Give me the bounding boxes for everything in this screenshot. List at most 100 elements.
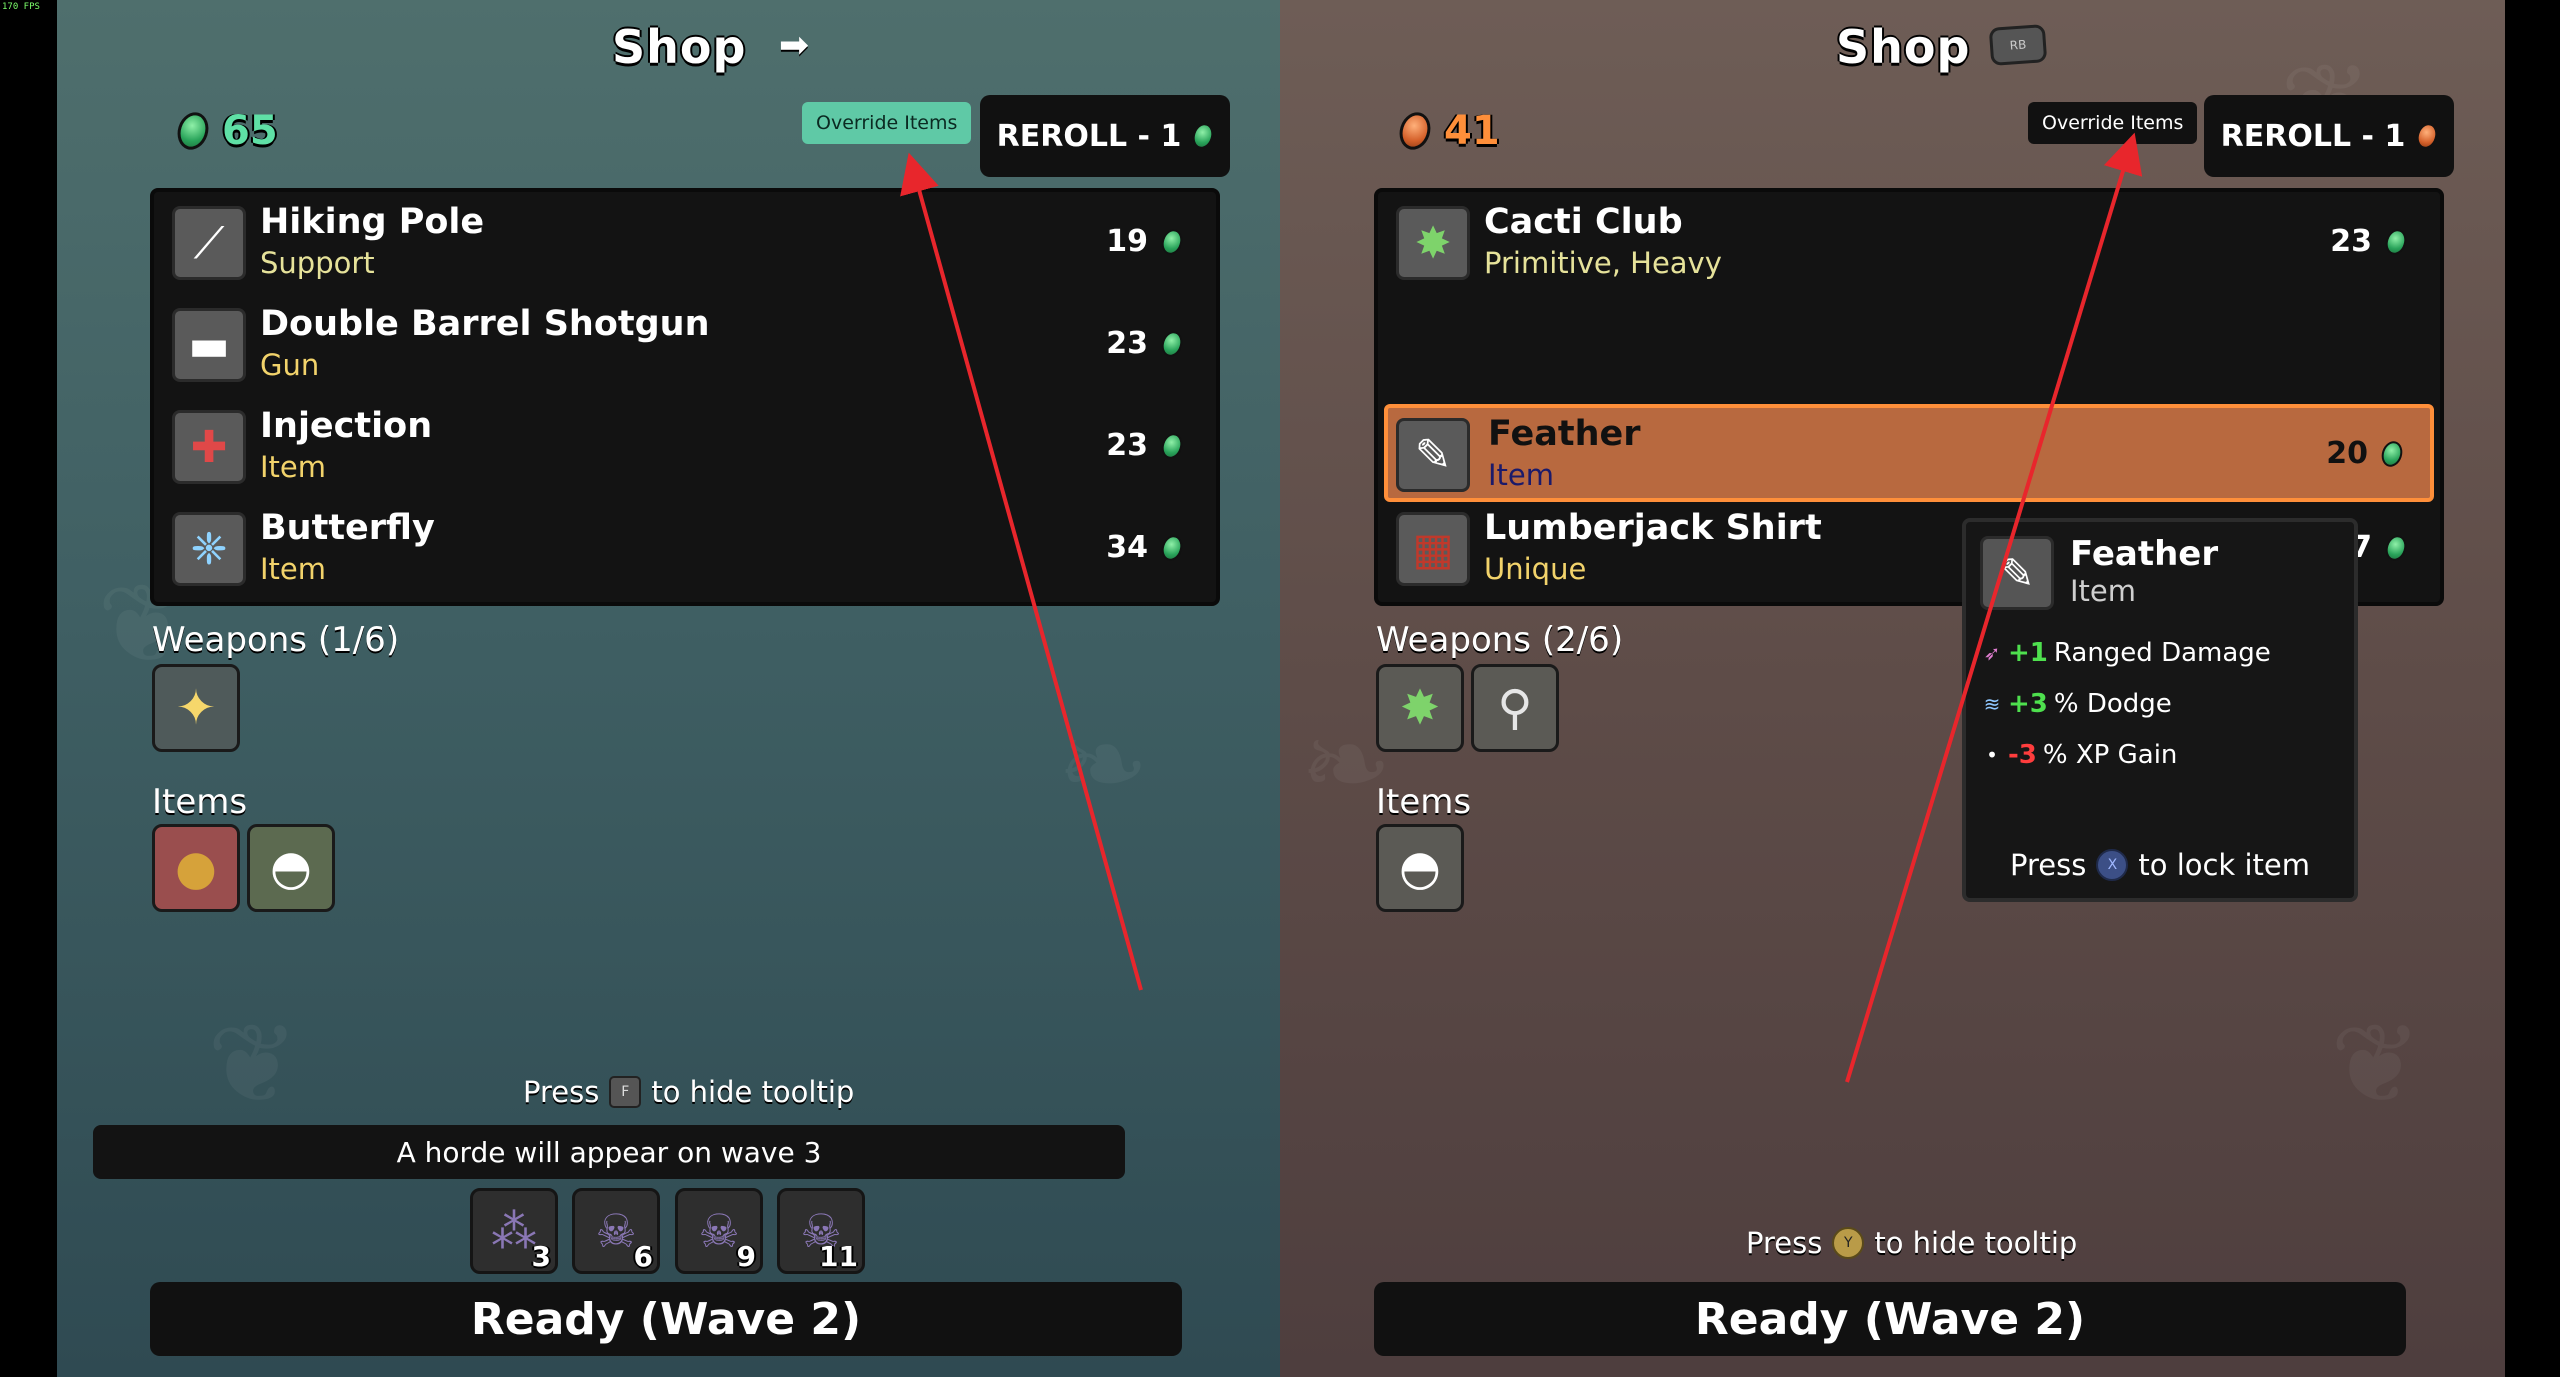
price-value: 34	[1106, 530, 1148, 565]
stat-label: % XP Gain	[2042, 740, 2178, 770]
item-price: 7	[2351, 530, 2410, 565]
enemy-count: 6	[633, 1240, 653, 1273]
enemy-wave-icon: ☠ 9	[675, 1188, 763, 1274]
item-type: Item	[260, 450, 327, 484]
material-icon	[1394, 108, 1436, 154]
dodge-icon: ≋	[1983, 692, 2001, 716]
item-name: Feather	[1488, 414, 1641, 454]
item-price: 20	[2326, 436, 2406, 471]
material-icon	[2382, 226, 2410, 257]
item-price: 19	[1106, 224, 1186, 259]
weapons-label: Weapons (1/6)	[152, 620, 400, 660]
stat-label: Ranged Damage	[2053, 638, 2271, 668]
enemy-wave-icon: ⁂ 3	[470, 1188, 558, 1274]
shop-item-cacti-club[interactable]: ✸ Cacti Club Primitive, Heavy 23	[1384, 192, 2434, 290]
items-label: Items	[1376, 782, 1472, 822]
y-button-icon: Y	[1832, 1227, 1865, 1259]
seaweed-decoration: ❦	[207, 1000, 300, 1128]
shop-title: Shop	[612, 20, 747, 74]
price-value: 23	[1106, 326, 1148, 361]
enemy-count: 9	[736, 1240, 756, 1273]
item-type: Support	[260, 246, 375, 280]
item-type: Gun	[260, 348, 320, 382]
override-items-button[interactable]: Override Items	[2028, 102, 2198, 144]
enemy-count: 11	[819, 1240, 858, 1273]
materials-value: 65	[222, 108, 278, 154]
hint-text: to lock item	[2138, 848, 2310, 882]
shop-item-butterfly[interactable]: ❈ Butterfly Item 34	[160, 498, 1210, 596]
shop-item-feather[interactable]: ✎ Feather Item 20	[1384, 404, 2434, 502]
item-tooltip: ✎ Feather Item ➶ +1 Ranged Damage ≋ +3 %…	[1962, 518, 2358, 902]
reroll-label: REROLL - 1	[2220, 118, 2406, 154]
item-slot-potato[interactable]: ●	[152, 824, 240, 912]
hide-tooltip-hint: Press F to hide tooltip	[523, 1075, 854, 1109]
material-icon	[1158, 430, 1186, 461]
enemy-wave-icon: ☠ 11	[777, 1188, 865, 1274]
reroll-button[interactable]: REROLL - 1	[980, 95, 1230, 177]
item-price: 23	[1106, 428, 1186, 463]
item-name: Hiking Pole	[260, 202, 485, 242]
item-name: Cacti Club	[1484, 202, 1683, 242]
stat-value: +1	[2008, 638, 2048, 668]
materials-counter: 41	[1394, 108, 1500, 154]
ready-button[interactable]: Ready (Wave 2)	[1374, 1282, 2406, 1356]
weapon-slot-spoon[interactable]: ⚲	[1471, 664, 1559, 752]
item-price: 23	[2330, 224, 2410, 259]
material-icon	[1158, 328, 1186, 359]
stat-dodge: ≋ +3 % Dodge	[1982, 689, 2172, 719]
arrow-right-icon: ➡	[778, 24, 810, 66]
shop-item-list: ⟋ Hiking Pole Support 19 ▬ Double Barrel…	[150, 188, 1220, 606]
shop-item-injection[interactable]: ✚ Injection Item 23	[160, 396, 1210, 494]
weapons-label: Weapons (2/6)	[1376, 620, 1624, 660]
fps-counter: 170 FPS	[2, 2, 40, 12]
item-name: Lumberjack Shirt	[1484, 508, 1822, 548]
ranged-damage-icon: ➶	[1983, 641, 2001, 665]
shotgun-icon: ▬	[172, 308, 246, 382]
material-icon	[2413, 120, 2441, 152]
reroll-button[interactable]: REROLL - 1	[2204, 95, 2454, 177]
cactus-decoration: ❦	[2330, 1000, 2423, 1128]
material-icon	[2378, 438, 2406, 469]
item-slot-egg[interactable]: ◓	[1376, 824, 1464, 912]
xp-dot-icon: •	[1986, 743, 1998, 767]
material-icon	[2382, 532, 2410, 563]
item-name: Butterfly	[260, 508, 435, 548]
stat-xp-gain: • -3 % XP Gain	[1982, 740, 2177, 770]
shop-item-hiking-pole[interactable]: ⟋ Hiking Pole Support 19	[160, 192, 1210, 290]
x-button-icon: X	[2096, 849, 2129, 881]
materials-value: 41	[1444, 108, 1500, 154]
weapon-slot-wand[interactable]: ✦	[152, 664, 240, 752]
f-key-icon: F	[609, 1076, 642, 1108]
hiking-pole-icon: ⟋	[172, 206, 246, 280]
shop-item-double-barrel-shotgun[interactable]: ▬ Double Barrel Shotgun Gun 23	[160, 294, 1210, 392]
hide-tooltip-hint: Press Y to hide tooltip	[1746, 1226, 2077, 1260]
item-type: Item	[1488, 458, 1555, 492]
override-items-button[interactable]: Override Items	[802, 102, 972, 144]
item-name: Injection	[260, 406, 433, 446]
material-icon	[1189, 120, 1217, 152]
item-slot-egg[interactable]: ◓	[247, 824, 335, 912]
reroll-label: REROLL - 1	[996, 118, 1182, 154]
item-type: Item	[260, 552, 327, 586]
shop-title: Shop	[1836, 20, 1971, 74]
tooltip-name: Feather	[2070, 534, 2219, 574]
item-type: Unique	[1484, 552, 1587, 586]
tooltip-type: Item	[2070, 574, 2137, 608]
butterfly-icon: ❈	[172, 512, 246, 586]
feather-icon: ✎	[1980, 536, 2054, 610]
stat-value: +3	[2008, 689, 2048, 719]
feather-icon: ✎	[1396, 418, 1470, 492]
enemy-count: 3	[531, 1240, 551, 1273]
hint-text: Press	[2010, 848, 2087, 882]
ready-button[interactable]: Ready (Wave 2)	[150, 1282, 1182, 1356]
hint-text: Press	[1746, 1226, 1823, 1260]
price-value: 23	[2330, 224, 2372, 259]
stat-value: -3	[2008, 740, 2037, 770]
hint-text: to hide tooltip	[1874, 1226, 2078, 1260]
hint-text: to hide tooltip	[651, 1075, 855, 1109]
weapon-slot-cacti-club[interactable]: ✸	[1376, 664, 1464, 752]
rb-button-icon: RB	[1988, 24, 2048, 66]
shirt-icon: ▦	[1396, 512, 1470, 586]
material-icon	[1158, 226, 1186, 257]
item-price: 34	[1106, 530, 1186, 565]
